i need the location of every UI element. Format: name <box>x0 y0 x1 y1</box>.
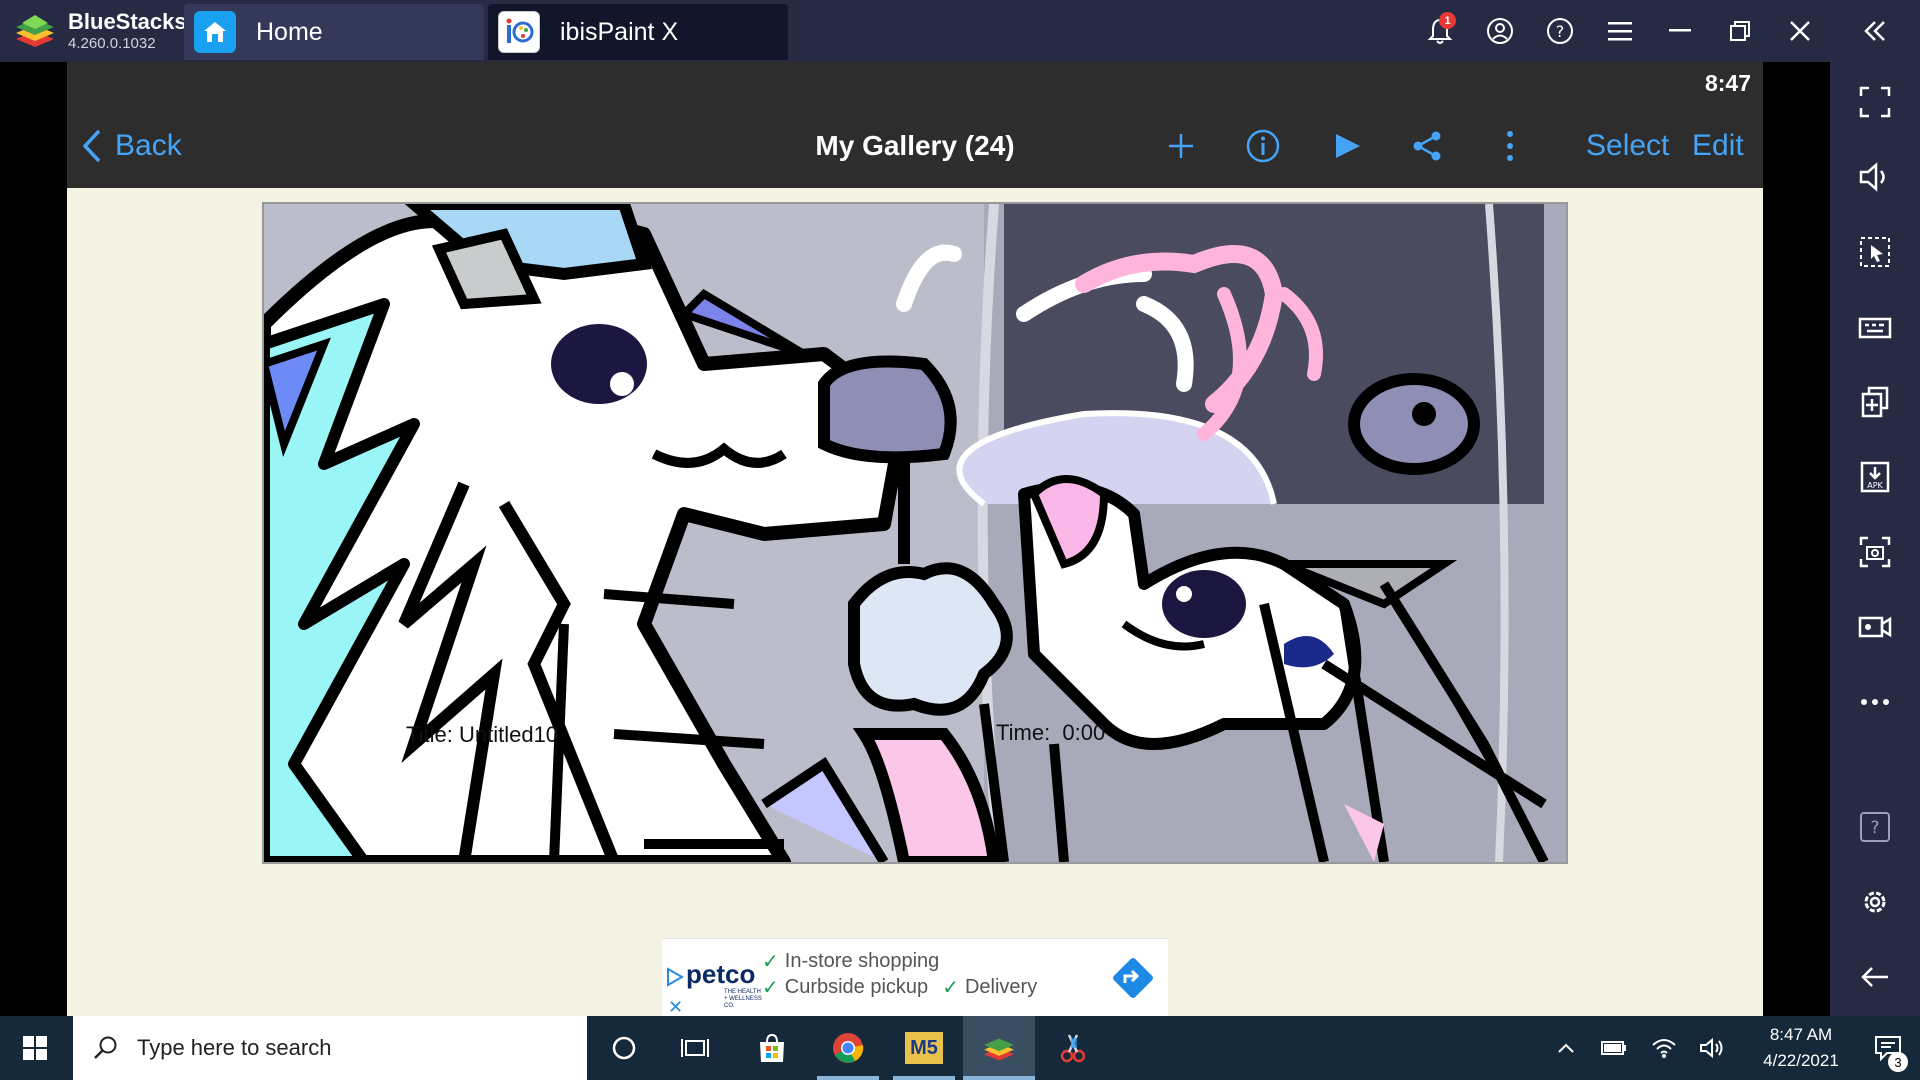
pointer-select-icon[interactable] <box>1855 232 1895 272</box>
ad-choices-icon[interactable] <box>666 967 685 992</box>
bluestacks-sidebar: APK ? <box>1830 62 1920 1016</box>
settings-icon[interactable] <box>1855 882 1895 922</box>
minimize-icon[interactable] <box>1650 0 1710 62</box>
battery-icon[interactable] <box>1596 1016 1632 1080</box>
directions-icon[interactable] <box>1110 955 1156 1006</box>
wifi-icon[interactable] <box>1646 1016 1682 1080</box>
task-view-icon[interactable] <box>665 1016 725 1080</box>
svg-text:?: ? <box>1870 818 1879 838</box>
m5-app-label: M5 <box>905 1032 943 1064</box>
add-icon[interactable] <box>1159 124 1203 168</box>
bell-icon[interactable]: 1 <box>1410 0 1470 62</box>
screenshot-icon[interactable] <box>1855 532 1895 572</box>
brand-version: 4.260.0.1032 <box>68 35 156 52</box>
select-button[interactable]: Select <box>1586 104 1669 188</box>
snipping-tool-icon[interactable] <box>1042 1016 1104 1080</box>
ad-line2a: Curbside pickup <box>784 976 929 998</box>
cortana-icon[interactable] <box>594 1016 654 1080</box>
tab-ibispaint[interactable]: ibisPaint X <box>488 4 788 60</box>
more-vert-icon[interactable] <box>1488 124 1532 168</box>
speaker-icon[interactable] <box>1694 1016 1730 1080</box>
search-placeholder: Type here to search <box>137 1035 332 1060</box>
taskbar-time: 8:47 AM <box>1769 1025 1833 1044</box>
help-icon[interactable]: ? <box>1855 807 1895 847</box>
menu-icon[interactable] <box>1590 0 1650 62</box>
collapse-sidebar-icon[interactable] <box>1830 0 1920 62</box>
taskbar-date: 4/22/2021 <box>1763 1051 1839 1070</box>
ad-brand-sub: THE HEALTH + WELLNESS CO. <box>724 989 762 1009</box>
tab-ibispaint-label: ibisPaint X <box>560 17 679 46</box>
chrome-icon[interactable] <box>817 1016 879 1080</box>
bluestacks-brand: BlueStacks 4.260.0.1032 <box>0 0 187 62</box>
check-icon: ✓ <box>762 951 779 973</box>
ad-banner[interactable]: ✕ petco THE HEALTH + WELLNESS CO. ✓ In-s… <box>662 938 1168 1016</box>
brand-name: BlueStacks <box>68 9 187 34</box>
ad-brand-logo: petco <box>686 959 756 989</box>
microsoft-store-icon[interactable] <box>742 1016 802 1080</box>
close-icon[interactable] <box>1770 0 1830 62</box>
check-icon: ✓ <box>762 977 779 999</box>
status-clock: 8:47 <box>1704 70 1751 96</box>
bluestacks-title-bar: BlueStacks 4.260.0.1032 Home ibisPaint X… <box>0 0 1920 62</box>
share-icon[interactable] <box>1405 124 1449 168</box>
fullscreen-icon[interactable] <box>1855 82 1895 122</box>
keyboard-icon[interactable] <box>1855 307 1895 347</box>
action-center-badge: 3 <box>1888 1052 1908 1072</box>
gallery-app-bar: Back My Gallery (24) Select Edit <box>67 104 1763 188</box>
tray-chevron-up-icon[interactable] <box>1548 1016 1584 1080</box>
notification-badge: 1 <box>1439 12 1456 29</box>
back-icon[interactable] <box>1855 957 1895 997</box>
home-icon <box>194 11 236 53</box>
taskbar-search-input[interactable]: Type here to search <box>73 1016 587 1080</box>
bluestacks-logo-icon <box>12 11 58 51</box>
account-icon[interactable] <box>1470 0 1530 62</box>
edit-button[interactable]: Edit <box>1692 104 1744 188</box>
artwork-drawing <box>264 204 1566 862</box>
android-status-bar: 8:47 <box>67 62 1763 104</box>
check-icon: ✓ <box>942 977 959 999</box>
ad-line1: In-store shopping <box>784 950 940 972</box>
artwork-title-caption: Title: Untitled10 <box>406 722 559 747</box>
help-icon[interactable]: ? <box>1530 0 1590 62</box>
svg-text:?: ? <box>1556 22 1565 41</box>
artwork-thumbnail[interactable] <box>262 202 1568 864</box>
svg-text:APK: APK <box>1867 481 1883 490</box>
ibispaint-app-icon <box>498 11 540 53</box>
windows-start-icon[interactable] <box>0 1016 70 1080</box>
windows-taskbar: Type here to search M5 8:47 AM 4/22/2021… <box>0 1016 1920 1080</box>
artwork-time-caption: Time: 0:00 <box>996 720 1106 745</box>
record-icon[interactable] <box>1855 607 1895 647</box>
more-icon[interactable] <box>1855 682 1895 722</box>
android-screen: 8:47 Back My Gallery (24) Select Edit Ti… <box>67 62 1763 1016</box>
ad-close-icon[interactable]: ✕ <box>668 997 683 1016</box>
info-icon[interactable] <box>1241 124 1285 168</box>
multi-instance-icon[interactable] <box>1855 382 1895 422</box>
search-icon <box>94 1036 117 1059</box>
tab-home[interactable]: Home <box>184 4 484 60</box>
ad-line2b: Delivery <box>964 976 1038 998</box>
restore-icon[interactable] <box>1710 0 1770 62</box>
bluestacks-taskbar-icon[interactable] <box>963 1016 1035 1080</box>
m5-app-icon[interactable]: M5 <box>893 1016 955 1080</box>
play-icon[interactable] <box>1325 124 1369 168</box>
action-center-icon[interactable]: 3 <box>1860 1016 1916 1080</box>
volume-icon[interactable] <box>1855 157 1895 197</box>
taskbar-clock[interactable]: 8:47 AM 4/22/2021 <box>1746 1016 1856 1080</box>
tab-home-label: Home <box>256 17 323 46</box>
install-apk-icon[interactable]: APK <box>1855 457 1895 497</box>
